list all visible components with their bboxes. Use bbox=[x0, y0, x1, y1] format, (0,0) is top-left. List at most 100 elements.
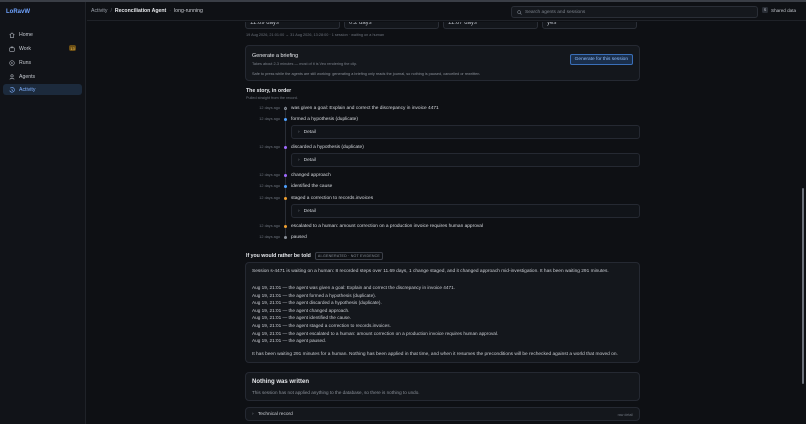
breadcrumb: Activity / Reconciliation Agent · long-r… bbox=[91, 8, 203, 14]
event-dot bbox=[284, 106, 287, 110]
nothing-title: Nothing was written bbox=[252, 379, 309, 385]
event-detail-toggle[interactable]: › Detail bbox=[291, 204, 640, 218]
told-summary: Session s-4471 is waiting on a human: 8 … bbox=[252, 269, 609, 274]
event-text: changed approach bbox=[291, 172, 331, 178]
log-line: Aug 19, 21:01 — the agent formed a hypot… bbox=[252, 292, 377, 298]
shared-data-label: Shared data bbox=[771, 7, 797, 13]
briefing-title: Generate a briefing bbox=[252, 53, 299, 59]
event-time: 12 days ago bbox=[259, 196, 280, 200]
sidebar-item-runs[interactable]: Runs bbox=[3, 57, 82, 68]
timeline-event: 12 days ago staged a correction to recor… bbox=[246, 194, 646, 202]
technical-record-hint: raw detail bbox=[617, 413, 633, 417]
technical-record-label: Technical record bbox=[257, 412, 293, 417]
told-header: If you would rather be told AI-GENERATED… bbox=[246, 252, 384, 260]
event-text: escalated to a human: amount correction … bbox=[291, 223, 483, 229]
stat-card: yes bbox=[542, 22, 637, 29]
event-time: 12 days ago bbox=[259, 145, 280, 149]
activity-icon bbox=[8, 86, 15, 93]
person-icon bbox=[8, 73, 15, 80]
sidebar-item-work[interactable]: Work 13 bbox=[3, 43, 82, 54]
search-input[interactable]: Search agents and sessions bbox=[511, 6, 758, 18]
event-dot bbox=[284, 184, 287, 188]
sidebar: LoRavW Home Work 13 Runs Agents Activity bbox=[0, 2, 86, 424]
told-card: Session s-4471 is waiting on a human: 8 … bbox=[245, 262, 640, 363]
stat-card: 11.69 days bbox=[245, 22, 340, 29]
session-meta: 19 Aug 2026, 21:01:00 → 31 Aug 2026, 13:… bbox=[246, 33, 385, 37]
event-time: 12 days ago bbox=[259, 235, 280, 239]
brand-logo[interactable]: LoRavW bbox=[6, 9, 30, 15]
event-text: identified the cause bbox=[291, 183, 333, 189]
event-detail-toggle[interactable]: › Detail bbox=[291, 125, 640, 139]
event-time: 12 days ago bbox=[259, 173, 280, 177]
sidebar-item-label: Agents bbox=[19, 73, 36, 80]
briefing-note: Safe to press while the agents are still… bbox=[252, 72, 481, 76]
scrollbar-thumb[interactable] bbox=[802, 188, 804, 384]
log-line: Aug 19, 21:01 — the agent was given a go… bbox=[252, 285, 455, 290]
generate-briefing-button[interactable]: Generate for this session bbox=[569, 54, 633, 65]
event-text: paused bbox=[291, 234, 307, 240]
event-dot bbox=[284, 224, 287, 228]
timeline-event: 12 days ago changed approach bbox=[246, 171, 646, 179]
event-time: 12 days ago bbox=[259, 224, 280, 228]
event-dot bbox=[284, 145, 287, 149]
sidebar-item-activity[interactable]: Activity bbox=[3, 84, 82, 95]
story-title: The story, in order bbox=[246, 88, 292, 94]
timeline-event: 12 days ago paused bbox=[246, 233, 646, 241]
timeline-event: 12 days ago discarded a hypothesis (dupl… bbox=[246, 143, 646, 151]
event-text: staged a correction to records.invoices bbox=[291, 195, 374, 201]
breadcrumb-activity-link[interactable]: Activity bbox=[91, 8, 107, 14]
chevron-right-icon: › bbox=[298, 157, 300, 163]
technical-record-toggle[interactable]: › Technical record raw detail bbox=[245, 407, 640, 421]
event-time: 12 days ago bbox=[259, 117, 280, 121]
briefing-subtitle: Takes about 2-3 minutes — most of it is … bbox=[252, 62, 358, 66]
log-line: Aug 19, 21:01 — the agent identified the… bbox=[252, 315, 352, 321]
event-text: discarded a hypothesis (duplicate) bbox=[291, 144, 364, 150]
chevron-right-icon: › bbox=[252, 412, 254, 417]
sidebar-item-agents[interactable]: Agents bbox=[3, 71, 82, 82]
event-dot bbox=[284, 173, 287, 177]
log-line: Aug 19, 21:01 — the agent discarded a hy… bbox=[252, 300, 382, 306]
chevron-right-icon: › bbox=[298, 129, 300, 135]
shared-data-toggle[interactable]: S Shared data bbox=[762, 7, 796, 13]
detail-label: Detail bbox=[303, 208, 316, 214]
log-line: Aug 19, 21:01 — the agent paused. bbox=[252, 338, 327, 344]
told-title: If you would rather be told bbox=[246, 253, 311, 259]
stats-row: 11.69 days 0.2 days 11.67 days yes bbox=[245, 22, 637, 29]
work-count-badge: 13 bbox=[69, 45, 76, 51]
search-placeholder: Search agents and sessions bbox=[525, 9, 586, 15]
search-icon bbox=[517, 9, 522, 15]
detail-label: Detail bbox=[303, 129, 316, 135]
timeline-event: 12 days ago formed a hypothesis (duplica… bbox=[246, 115, 646, 123]
told-footer: It has been waiting 291 minutes for a hu… bbox=[252, 352, 618, 357]
main-content: 11.69 days 0.2 days 11.67 days yes 19 Au… bbox=[87, 22, 806, 424]
sidebar-item-label: Work bbox=[19, 45, 32, 52]
nothing-subtitle: This session has not applied anything to… bbox=[252, 390, 420, 395]
sidebar-item-label: Home bbox=[19, 31, 33, 38]
briefing-card: Generate a briefing Takes about 2-3 minu… bbox=[245, 45, 640, 81]
event-dot bbox=[284, 117, 287, 121]
sidebar-item-label: Activity bbox=[19, 86, 36, 93]
breadcrumb-current: Reconciliation Agent bbox=[114, 8, 167, 14]
story-subtitle: Pulled straight from the record. bbox=[246, 96, 298, 100]
top-header: Activity / Reconciliation Agent · long-r… bbox=[87, 2, 806, 21]
chevron-right-icon: › bbox=[298, 208, 300, 214]
timeline-event: 12 days ago identified the cause bbox=[246, 182, 646, 190]
timeline-event: 12 days ago was given a goal: Explain an… bbox=[246, 104, 646, 112]
timeline-event: 12 days ago escalated to a human: amount… bbox=[246, 222, 646, 230]
briefcase-icon bbox=[8, 45, 15, 52]
breadcrumb-separator: / bbox=[110, 8, 112, 14]
event-detail-toggle[interactable]: › Detail bbox=[291, 153, 640, 167]
event-time: 12 days ago bbox=[259, 106, 280, 110]
event-text: was given a goal: Explain and correct th… bbox=[291, 105, 439, 111]
sidebar-item-home[interactable]: Home bbox=[3, 29, 82, 40]
told-log: Aug 19, 21:01 — the agent was given a go… bbox=[252, 284, 498, 345]
log-line: Aug 19, 21:01 — the agent escalated to a… bbox=[252, 330, 499, 336]
ai-generated-badge: AI-GENERATED · NOT EVIDENCE bbox=[314, 252, 384, 260]
breadcrumb-dot: · bbox=[169, 8, 172, 14]
sidebar-item-label: Runs bbox=[19, 59, 32, 66]
technical-record-label-wrap: › Technical record bbox=[252, 412, 293, 417]
event-dot bbox=[284, 235, 287, 239]
detail-label: Detail bbox=[303, 157, 316, 163]
stat-card: 11.67 days bbox=[443, 22, 538, 29]
runs-icon bbox=[8, 59, 15, 66]
